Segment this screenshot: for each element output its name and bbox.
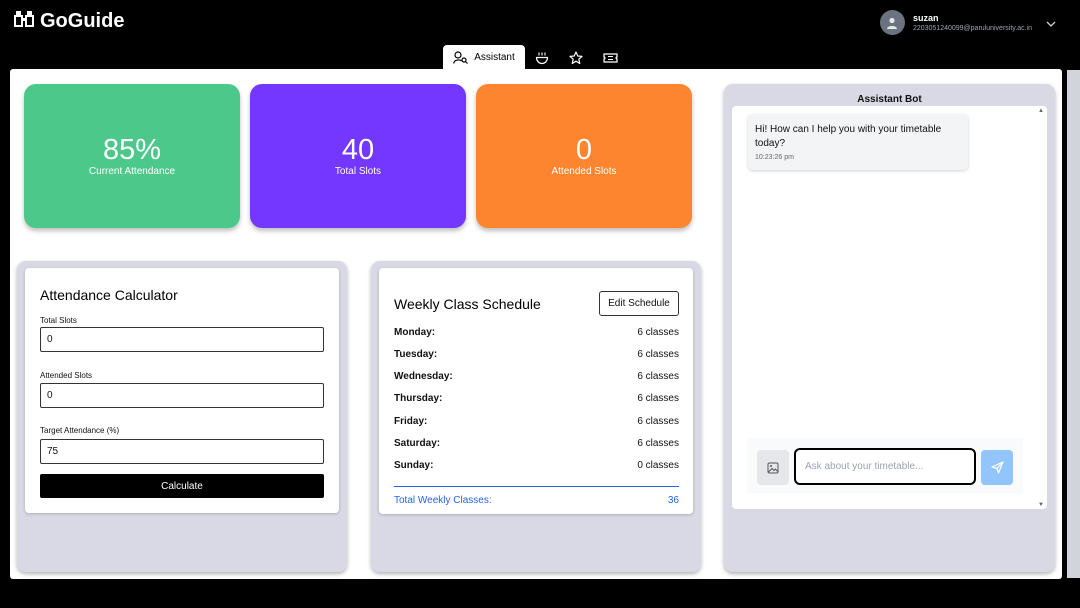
day-name: Sunday: bbox=[394, 460, 434, 471]
total-weekly-classes-label: Total Weekly Classes: bbox=[394, 495, 492, 506]
class-count: 6 classes bbox=[637, 416, 679, 427]
schedule-row: Wednesday: 6 classes bbox=[394, 371, 679, 385]
weekly-schedule-panel: Weekly Class Schedule Edit Schedule Mond… bbox=[371, 261, 701, 572]
class-count: 0 classes bbox=[637, 460, 679, 471]
chat-input-bar: Ask about your timetable... bbox=[747, 438, 1023, 493]
top-bar: GoGuide suzan 2203051240099@parulunivers… bbox=[0, 0, 1080, 46]
bot-message-time: 10:23:26 pm bbox=[755, 154, 794, 161]
target-attendance-input[interactable]: 75 bbox=[40, 439, 324, 464]
attach-image-button[interactable] bbox=[757, 450, 789, 485]
total-slots-card: 40 Total Slots bbox=[250, 84, 466, 228]
user-menu[interactable]: suzan 2203051240099@paruluniversity.ac.i… bbox=[879, 10, 1056, 35]
schedule-row: Saturday: 6 classes bbox=[394, 438, 679, 452]
chat-title: Assistant Bot bbox=[857, 94, 922, 105]
tab-assistant[interactable]: Assistant bbox=[443, 45, 525, 70]
scroll-down-icon[interactable]: ▼ bbox=[1038, 502, 1044, 508]
class-count: 6 classes bbox=[637, 371, 679, 382]
schedule-row: Thursday: 6 classes bbox=[394, 393, 679, 407]
bot-message-text: Hi! How can I help you with your timetab… bbox=[755, 124, 942, 149]
day-name: Monday: bbox=[394, 327, 436, 338]
user-email: 2203051240099@paruluniversity.ac.in bbox=[912, 25, 1032, 32]
send-button[interactable] bbox=[981, 450, 1013, 485]
total-slots-label: Total Slots bbox=[334, 166, 382, 177]
total-weekly-classes: Total Weekly Classes: 36 bbox=[394, 495, 679, 506]
ticket-icon bbox=[602, 52, 618, 63]
schedule-row: Friday: 6 classes bbox=[394, 416, 679, 430]
weekly-schedule: Weekly Class Schedule Edit Schedule Mond… bbox=[379, 268, 693, 514]
day-name: Friday: bbox=[394, 416, 428, 427]
logo[interactable]: GoGuide bbox=[14, 10, 124, 33]
app-name: GoGuide bbox=[40, 10, 125, 32]
tab-food[interactable] bbox=[525, 45, 559, 70]
user-search-icon bbox=[453, 51, 469, 64]
schedule-divider bbox=[394, 486, 679, 487]
schedule-row: Sunday: 0 classes bbox=[394, 460, 679, 474]
schedule-title: Weekly Class Schedule bbox=[394, 296, 541, 312]
bot-message: Hi! How can I help you with your timetab… bbox=[748, 114, 968, 170]
total-slots-input[interactable]: 0 bbox=[40, 327, 324, 352]
user-icon bbox=[887, 17, 898, 29]
day-name: Tuesday: bbox=[394, 349, 438, 360]
page-scrollbar[interactable] bbox=[1067, 70, 1080, 578]
chat-input[interactable]: Ask about your timetable... bbox=[794, 448, 976, 485]
edit-schedule-button[interactable]: Edit Schedule bbox=[599, 291, 679, 316]
star-icon bbox=[569, 50, 583, 64]
attendance-calculator-panel: Attendance Calculator Total Slots 0 Atte… bbox=[17, 261, 347, 572]
attended-slots-field-label: Attended Slots bbox=[40, 371, 93, 380]
class-count: 6 classes bbox=[637, 327, 679, 338]
schedule-row: Monday: 6 classes bbox=[394, 327, 679, 341]
class-count: 6 classes bbox=[637, 438, 679, 449]
total-weekly-classes-value: 36 bbox=[667, 495, 679, 506]
binoculars-icon bbox=[14, 10, 34, 33]
current-attendance-label: Current Attendance bbox=[88, 166, 176, 177]
user-name: suzan bbox=[912, 13, 939, 23]
attended-slots-card: 0 Attended Slots bbox=[476, 84, 692, 228]
class-count: 6 classes bbox=[637, 349, 679, 360]
schedule-row: Tuesday: 6 classes bbox=[394, 349, 679, 363]
tab-assistant-label: Assistant bbox=[474, 52, 515, 63]
avatar[interactable] bbox=[879, 10, 905, 35]
tab-tickets[interactable] bbox=[593, 45, 627, 70]
bowl-icon bbox=[535, 52, 549, 64]
attended-slots-value: 0 bbox=[575, 134, 593, 166]
target-attendance-field-label: Target Attendance (%) bbox=[40, 426, 120, 435]
send-icon bbox=[990, 461, 1004, 474]
total-slots-field-label: Total Slots bbox=[40, 316, 77, 325]
attended-slots-input[interactable]: 0 bbox=[40, 383, 324, 408]
tab-favorites[interactable] bbox=[559, 45, 593, 70]
attended-slots-label: Attended Slots bbox=[551, 166, 617, 177]
current-attendance-card: 85% Current Attendance bbox=[24, 84, 240, 228]
nav-tabs: Assistant bbox=[443, 45, 627, 70]
class-count: 6 classes bbox=[637, 393, 679, 404]
chat-messages[interactable]: ▲ Hi! How can I help you with your timet… bbox=[732, 106, 1047, 509]
image-icon bbox=[767, 462, 779, 473]
scroll-up-icon[interactable]: ▲ bbox=[1038, 108, 1044, 114]
day-name: Saturday: bbox=[394, 438, 441, 449]
chevron-down-icon[interactable] bbox=[1046, 14, 1056, 32]
day-name: Thursday: bbox=[394, 393, 443, 404]
total-slots-value: 40 bbox=[341, 134, 375, 166]
current-attendance-value: 85% bbox=[102, 134, 162, 166]
day-name: Wednesday: bbox=[394, 371, 453, 382]
calculator-title: Attendance Calculator bbox=[40, 287, 178, 303]
attendance-calculator: Attendance Calculator Total Slots 0 Atte… bbox=[25, 268, 339, 513]
calculate-button[interactable]: Calculate bbox=[40, 474, 324, 498]
